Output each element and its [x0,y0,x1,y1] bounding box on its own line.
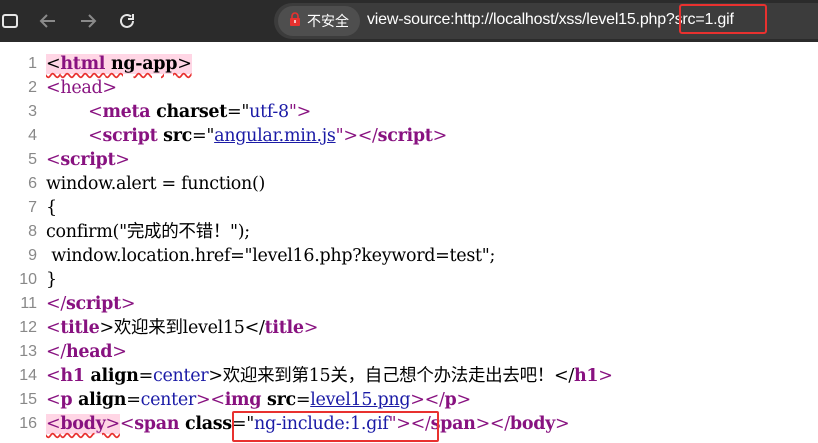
source-line: 9 window.location.href="level16.php?keyw… [0,244,818,268]
line-code: <h1 align=center>欢迎来到第15关，自己想个办法走出去吧！</h… [46,366,613,386]
line-code: window.alert = function() [46,174,266,194]
source-line: 14 <h1 align=center>欢迎来到第15关，自己想个办法走出去吧！… [0,364,818,388]
line-code: <html ng-app> [46,52,192,76]
line-number: 14 [19,367,37,384]
line-code: <title>欢迎来到level15</title> [46,318,319,338]
line-code: <script> [46,150,130,170]
source-line: 7 { [0,196,818,220]
line-number: 8 [28,223,37,240]
line-code: { [46,198,57,218]
line-code: <script src="angular.min.js"></script> [46,126,447,146]
line-number: 2 [28,79,37,96]
line-number: 5 [28,151,37,168]
url-query-highlight-box [679,4,767,34]
not-secure-icon [287,11,303,32]
source-link-level15-png[interactable]: level15.png [310,390,410,410]
page-source-view: 1 <html ng-app> 2 <head> 3 <meta charset… [0,52,818,436]
forward-arrow-icon[interactable] [75,8,101,34]
source-link-angular[interactable]: angular.min.js [214,126,336,146]
reload-icon[interactable] [114,8,140,34]
line-number: 10 [19,271,37,288]
line-number: 3 [28,103,37,120]
line-number: 11 [20,295,37,312]
source-line: 5 <script> [0,148,818,172]
security-label: 不安全 [307,14,349,30]
line-number: 16 [19,415,37,432]
browser-toolbar: 不安全 view-source:http://localhost/xss/lev… [0,0,818,42]
source-line: 3 <meta charset="utf-8"> [0,100,818,124]
line-code: confirm("完成的不错！"); [46,222,250,242]
line-number: 4 [28,127,37,144]
source-line: 2 <head> [0,76,818,100]
line-number: 13 [19,343,37,360]
source-line: 4 <script src="angular.min.js"></script> [0,124,818,148]
source-line: 10 } [0,268,818,292]
line-code: <meta charset="utf-8"> [46,102,312,122]
source-line: 8 confirm("完成的不错！"); [0,220,818,244]
line-number: 1 [28,55,37,72]
line-code: } [46,270,57,290]
line-number: 15 [19,391,37,408]
back-arrow-icon[interactable] [35,8,61,34]
line-code: window.location.href="level16.php?keywor… [46,246,496,266]
source-line: 12 <title>欢迎来到level15</title> [0,316,818,340]
line-code: <head> [46,78,117,98]
line-code: <p align=center><img src=level15.png></p… [46,390,471,410]
line-code: </script> [46,294,136,314]
line-number: 12 [19,319,37,336]
security-indicator[interactable]: 不安全 [278,6,360,36]
line-number: 6 [28,175,37,192]
error-tag: <body> [46,414,120,434]
source-line: 13 </head> [0,340,818,364]
source-line: 15 <p align=center><img src=level15.png>… [0,388,818,412]
line-number: 9 [28,247,37,264]
sidebar-icon[interactable] [0,8,23,34]
source-line: 11 </script> [0,292,818,316]
class-value-highlight-box [232,411,439,442]
line-number: 7 [28,199,37,216]
source-line: 1 <html ng-app> [0,52,818,76]
line-code: </head> [46,342,127,362]
source-line: 6 window.alert = function() [0,172,818,196]
error-tag: <html ng-app> [46,54,192,74]
